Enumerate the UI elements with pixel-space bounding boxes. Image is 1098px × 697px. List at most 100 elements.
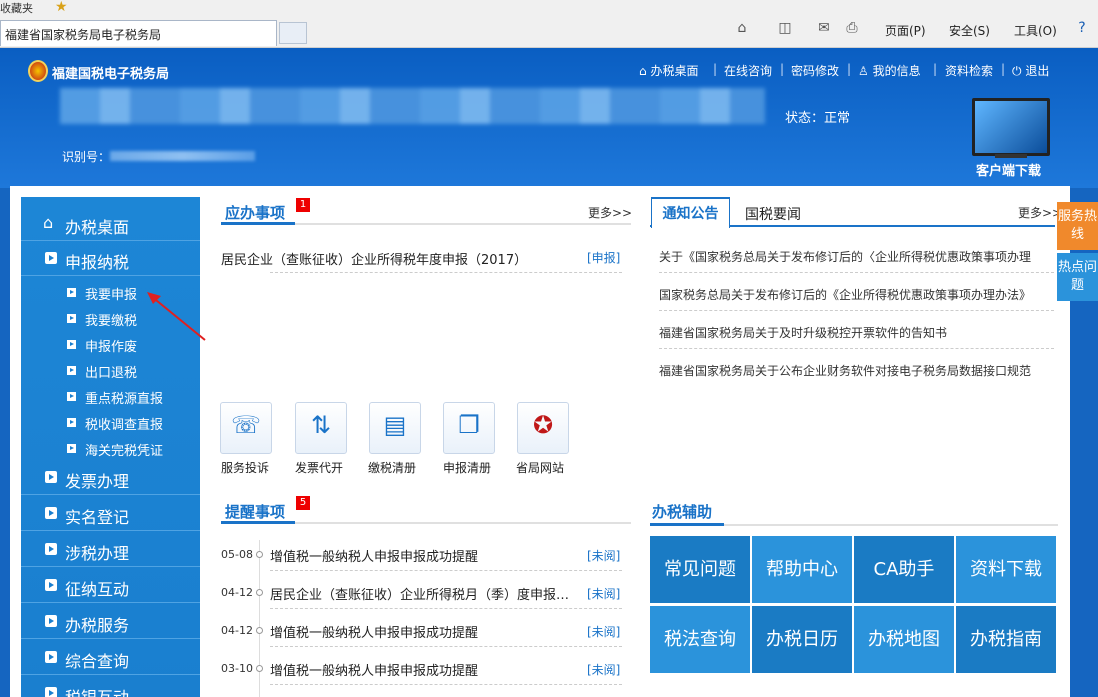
sidebar-item-label: 申报纳税 (65, 253, 130, 272)
notice-item[interactable]: 福建省国家税务局关于公布企业财务软件对接电子税务局数据接口规范 (659, 362, 1054, 379)
tax-calendar-tile[interactable]: 办税日历 (752, 606, 852, 673)
taxpayer-name-redacted (60, 88, 765, 124)
service-complaint-button[interactable]: ☏ (220, 402, 272, 454)
notice-item[interactable]: 国家税务总局关于发布修订后的《企业所得税优惠政策事项办理办法》 (659, 286, 1054, 303)
assist-title: 办税辅助 (652, 503, 713, 521)
sidebar-item-realname[interactable]: 实名登记 (21, 497, 200, 531)
notice-more-link[interactable]: 更多>> (1018, 204, 1062, 221)
unread-link[interactable]: [未阅] (587, 623, 620, 640)
security-menu[interactable]: 安全(S) (949, 22, 990, 42)
remind-item[interactable]: 增值税一般纳税人申报申报成功提醒 (270, 622, 575, 641)
invoice-issue-icon: ⇅ (310, 411, 332, 439)
id-redacted (110, 151, 255, 161)
remind-item[interactable]: 增值税一般纳税人申报申报成功提醒 (270, 660, 575, 679)
annotation-arrow (147, 292, 206, 341)
remind-item[interactable]: 居民企业（查账征收）企业所得税月（季）度申报成功提醒 (270, 584, 575, 603)
tax-list-label: 缴税清册 (367, 461, 416, 475)
declare-list-icon: ❐ (458, 411, 480, 439)
arrow-icon (45, 507, 57, 519)
todo-item[interactable]: 居民企业（查账征收）企业所得税年度申报（2017） (221, 249, 527, 268)
provincial-site-button[interactable]: ✪ (517, 402, 569, 454)
arrow-icon (67, 340, 76, 349)
tax-law-tile[interactable]: 税法查询 (650, 606, 750, 673)
tax-map-tile[interactable]: 办税地图 (854, 606, 954, 673)
todo-count-badge: 1 (296, 198, 310, 212)
mail-icon[interactable]: ✉ (815, 20, 833, 38)
link-password[interactable]: 密码修改 (791, 62, 839, 79)
browser-toolbar: 收藏夹 ★ 福建省国家税务局电子税务局 ⌂ ◫ ✉ ⎙ 页面(P) 安全(S) … (0, 0, 1098, 48)
tax-guide-tile[interactable]: 办税指南 (956, 606, 1056, 673)
declare-action-link[interactable]: [申报] (587, 249, 620, 266)
ca-assistant-tile[interactable]: CA助手 (854, 536, 954, 603)
arrow-icon (67, 314, 76, 323)
remind-item[interactable]: 增值税一般纳税人申报申报成功提醒 (270, 546, 575, 565)
arrow-icon (45, 687, 57, 697)
arrow-icon (67, 444, 76, 453)
favorites-label[interactable]: 收藏夹 (0, 0, 33, 15)
unread-link[interactable]: [未阅] (587, 661, 620, 678)
tax-list-icon: ▤ (383, 411, 407, 439)
sidebar-item-interact[interactable]: 征纳互动 (21, 569, 200, 603)
client-download-link[interactable]: 客户端下载 (976, 160, 1041, 179)
link-search[interactable]: 资料检索 (945, 62, 993, 79)
faq-tile[interactable]: 常见问题 (650, 536, 750, 603)
sidebar-item-bank[interactable]: 税银互动 (21, 677, 200, 697)
tax-list-button[interactable]: ▤ (369, 402, 421, 454)
sidebar-item-service[interactable]: 办税服务 (21, 605, 200, 639)
home-icon: ⌂ (43, 213, 54, 232)
tab-news[interactable]: 国税要闻 (745, 204, 801, 224)
page-menu[interactable]: 页面(P) (885, 22, 926, 42)
link-desktop-label: 办税桌面 (650, 64, 699, 78)
arrow-icon (67, 418, 76, 427)
arrow-icon (45, 252, 57, 264)
tab-notice[interactable]: 通知公告 (651, 197, 730, 228)
emblem-icon: ✪ (532, 411, 554, 439)
notice-item[interactable]: 福建省国家税务局关于及时升级税控开票软件的告知书 (659, 324, 1054, 341)
link-desktop[interactable]: ⌂ 办税桌面 (639, 62, 698, 79)
help-center-tile[interactable]: 帮助中心 (752, 536, 852, 603)
invoice-issue-label: 发票代开 (294, 461, 343, 475)
todo-more-link[interactable]: 更多>> (588, 204, 632, 221)
hot-questions-button[interactable]: 热点问题 (1057, 253, 1098, 301)
arrow-icon (45, 579, 57, 591)
todo-title: 应办事项 (225, 204, 286, 222)
help-icon[interactable]: ? (1073, 20, 1091, 38)
star-icon[interactable]: ★ (55, 0, 68, 14)
arrow-icon (67, 392, 76, 401)
unread-link[interactable]: [未阅] (587, 585, 620, 602)
hotline-button[interactable]: 服务热线 (1057, 202, 1098, 250)
unread-link[interactable]: [未阅] (587, 547, 620, 564)
notice-item[interactable]: 关于《国家税务总局关于发布修订后的〈企业所得税优惠政策事项办理 (659, 248, 1054, 265)
sidebar-item-desktop[interactable]: ⌂ 办税桌面 (21, 207, 200, 241)
link-myinfo[interactable]: ♙ 我的信息 (858, 62, 921, 79)
invoice-issue-button[interactable]: ⇅ (295, 402, 347, 454)
link-logout[interactable]: ⏻ 退出 (1012, 62, 1049, 79)
print-icon[interactable]: ⎙ (843, 20, 861, 38)
downloads-tile[interactable]: 资料下载 (956, 536, 1056, 603)
sidebar-item-invoice[interactable]: 发票办理 (21, 461, 200, 495)
declare-list-button[interactable]: ❐ (443, 402, 495, 454)
sidebar-sub-keysource[interactable]: 重点税源直报 (21, 385, 200, 409)
service-complaint-label: 服务投诉 (220, 461, 269, 475)
sidebar-item-query[interactable]: 综合查询 (21, 641, 200, 675)
tools-menu[interactable]: 工具(O) (1014, 22, 1057, 42)
remind-date: 04-12 (221, 624, 253, 637)
browser-tab[interactable]: 福建省国家税务局电子税务局 (0, 20, 277, 46)
sidebar-sub-customs[interactable]: 海关完税凭证 (21, 437, 200, 461)
declare-list-label: 申报清册 (442, 461, 491, 475)
link-consult[interactable]: 在线咨询 (724, 62, 772, 79)
rss-icon[interactable]: ◫ (776, 20, 794, 38)
sidebar-item-taxaffairs[interactable]: 涉税办理 (21, 533, 200, 567)
link-myinfo-label: 我的信息 (872, 64, 921, 78)
arrow-icon (45, 651, 57, 663)
monitor-icon[interactable] (972, 98, 1050, 156)
remind-date: 03-10 (221, 662, 253, 675)
sidebar-sub-export[interactable]: 出口退税 (21, 359, 200, 383)
new-tab-button[interactable] (279, 22, 307, 44)
home-icon[interactable]: ⌂ (733, 20, 751, 38)
link-logout-label: 退出 (1025, 64, 1050, 78)
provincial-site-label: 省局网站 (515, 461, 564, 475)
arrow-icon (45, 543, 57, 555)
sidebar-item-declare[interactable]: 申报纳税 (21, 242, 200, 276)
sidebar-sub-survey[interactable]: 税收调查直报 (21, 411, 200, 435)
